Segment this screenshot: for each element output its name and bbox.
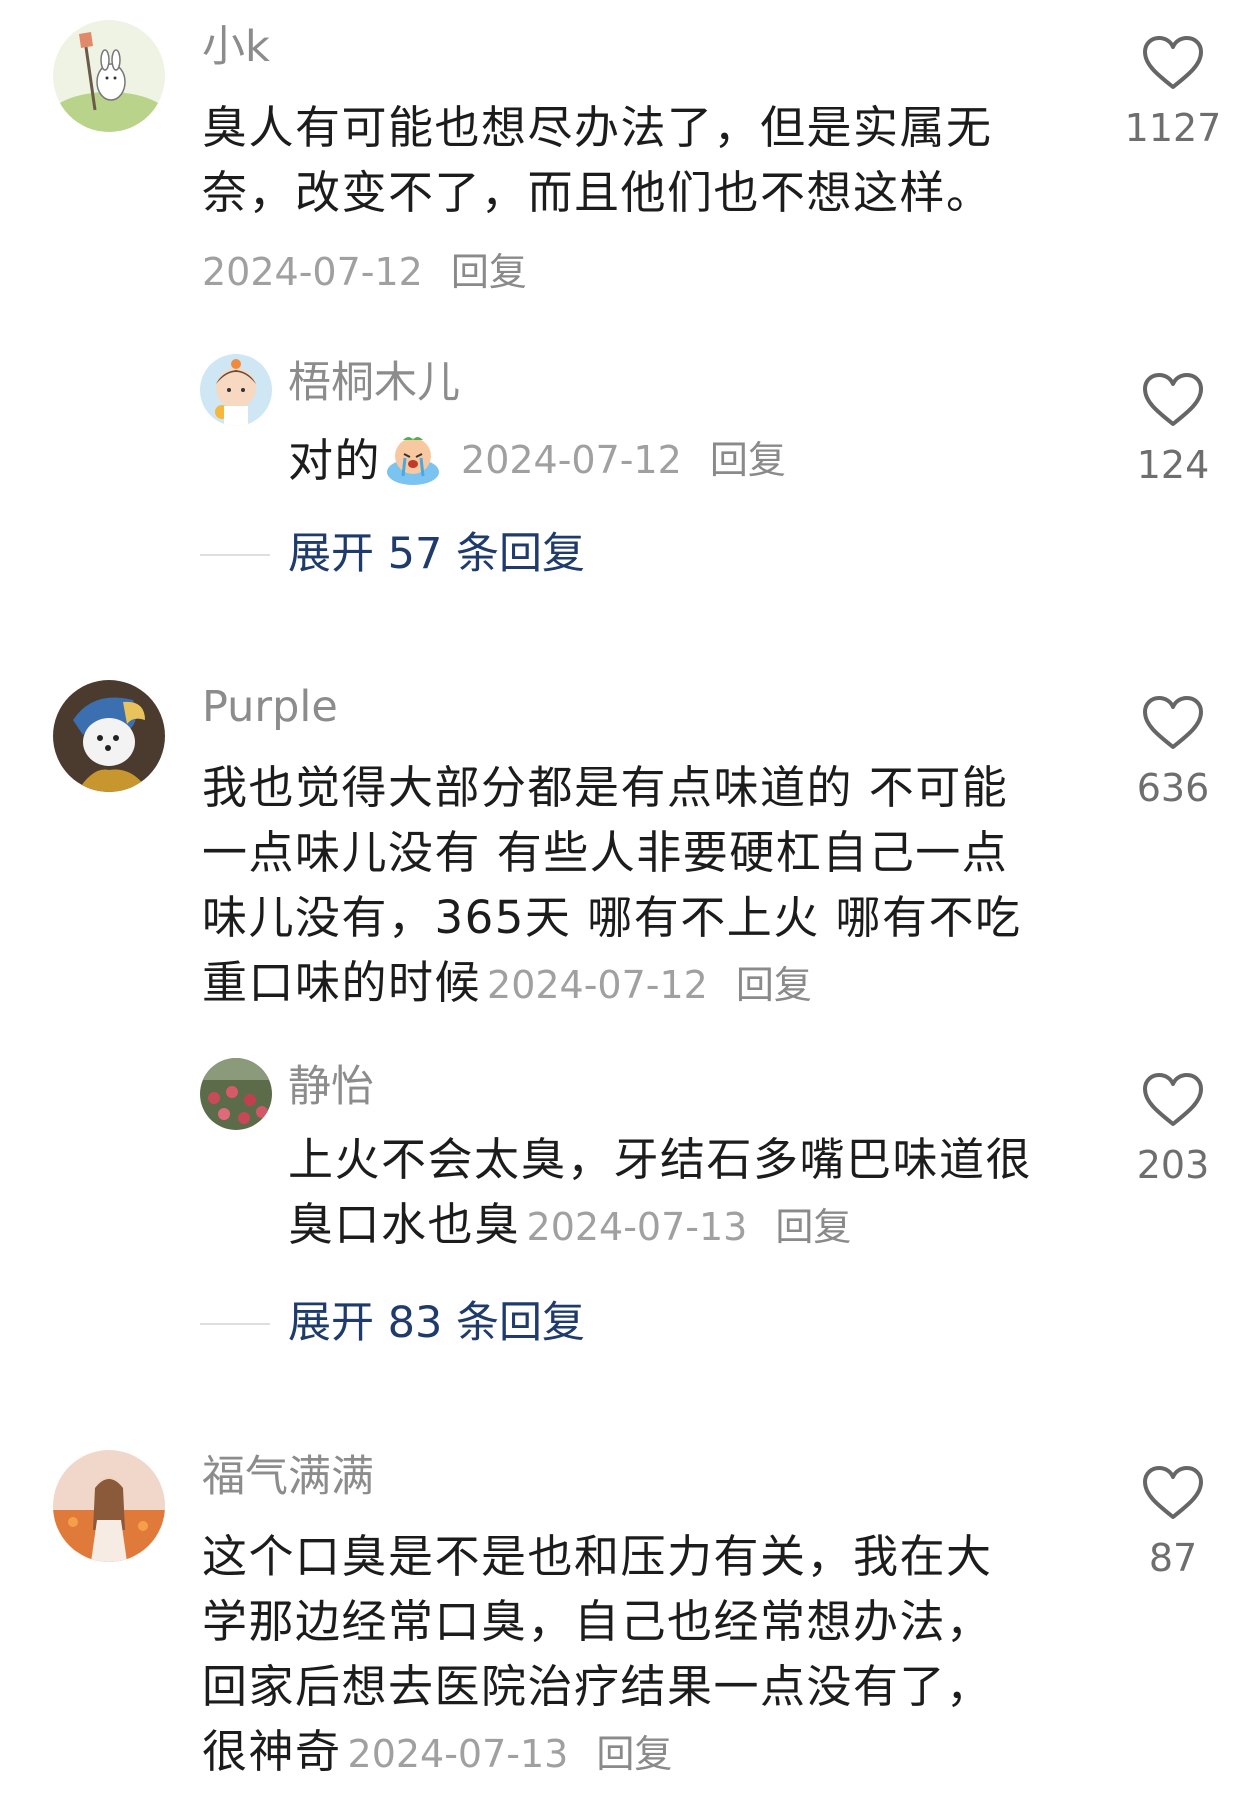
comment-text: 我也觉得大部分都是有点味道的 不可能 一点味儿没有 有些人非要硬杠自己一点 味儿…	[202, 755, 1022, 1018]
comment-text-line: 回家后想去医院治疗结果一点没有了，	[202, 1660, 993, 1713]
comment-username[interactable]: Purple	[202, 686, 338, 729]
like-count: 203	[1136, 1143, 1210, 1187]
comment-text-tail: 很神奇	[202, 1725, 342, 1778]
crying-emoji-icon	[385, 432, 441, 488]
like-button[interactable]: 87	[1113, 1465, 1233, 1577]
avatar-image	[200, 354, 272, 426]
avatar-image	[53, 1450, 165, 1562]
reply-date: 2024-07-12	[461, 438, 682, 482]
avatar-user-xiaok[interactable]	[53, 20, 165, 132]
heart-icon	[1143, 1466, 1203, 1519]
like-button[interactable]: 203	[1113, 1072, 1233, 1184]
divider	[200, 1322, 270, 1325]
expand-replies-label: 展开 57 条回复	[288, 529, 586, 579]
divider	[200, 553, 270, 556]
reply-text: 对的	[288, 433, 382, 487]
heart-icon	[1143, 36, 1203, 89]
expand-replies-button[interactable]: 展开 83 条回复	[200, 1302, 585, 1345]
reply-text-last-line: 臭口水也臭 2024-07-13 回复	[288, 1192, 1032, 1260]
heart-icon	[1143, 696, 1203, 749]
reply-button[interactable]: 回复	[451, 250, 527, 294]
comment-text-last-line: 重口味的时候 2024-07-12 回复	[202, 950, 1022, 1018]
comment-text-line: 学那边经常口臭，自己也经常想办法，	[202, 1595, 993, 1648]
avatar-image	[53, 20, 165, 132]
comment-text-line: 臭人有可能也想尽办法了，但是实属无	[202, 101, 993, 154]
reply-text-line: 上火不会太臭，牙结石多嘴巴味道很	[288, 1133, 1033, 1186]
avatar-user-fuqimanman[interactable]	[53, 1450, 165, 1562]
reply-username[interactable]: 静怡	[288, 1066, 374, 1109]
comment-date: 2024-07-12	[202, 250, 423, 294]
reply-text-row: 对的 2024-07-12 回复	[288, 432, 786, 488]
comment-meta: 2024-07-12 回复	[202, 253, 527, 291]
comment-date: 2024-07-12	[487, 963, 708, 1007]
comment-text-line: 奈，改变不了，而且他们也不想这样。	[202, 166, 993, 219]
like-button[interactable]: 636	[1113, 695, 1233, 807]
reply-text: 上火不会太臭，牙结石多嘴巴味道很 臭口水也臭 2024-07-13 回复	[288, 1127, 1032, 1260]
reply-button[interactable]: 回复	[775, 1205, 851, 1249]
comment-text: 臭人有可能也想尽办法了，但是实属无 奈，改变不了，而且他们也不想这样。	[202, 95, 993, 225]
reply-button[interactable]: 回复	[736, 963, 812, 1007]
avatar-user-jingyi[interactable]	[200, 1058, 272, 1130]
comment-text: 这个口臭是不是也和压力有关，我在大 学那边经常口臭，自己也经常想办法， 回家后想…	[202, 1524, 993, 1787]
heart-icon	[1143, 1073, 1203, 1126]
like-count: 87	[1148, 1536, 1198, 1580]
avatar-image	[200, 1058, 272, 1130]
reply-text-tail: 臭口水也臭	[288, 1198, 521, 1251]
reply-button[interactable]: 回复	[710, 441, 786, 479]
reply-username[interactable]: 梧桐木儿	[288, 362, 460, 405]
avatar-image	[53, 680, 165, 792]
comment-text-line: 我也觉得大部分都是有点味道的 不可能	[202, 761, 1009, 814]
like-button[interactable]: 124	[1113, 372, 1233, 484]
reply-date: 2024-07-13	[526, 1205, 748, 1249]
comment-username[interactable]: 小k	[202, 26, 270, 69]
comment-date: 2024-07-13	[347, 1732, 569, 1776]
comment-text-line: 味儿没有，365天 哪有不上火 哪有不吃	[202, 891, 1022, 944]
like-button[interactable]: 1127	[1113, 35, 1233, 147]
comment-username[interactable]: 福气满满	[202, 1456, 374, 1499]
like-count: 636	[1136, 766, 1210, 810]
expand-replies-button[interactable]: 展开 57 条回复	[200, 533, 585, 576]
comment-text-line: 这个口臭是不是也和压力有关，我在大	[202, 1530, 993, 1583]
reply-button[interactable]: 回复	[596, 1732, 672, 1776]
avatar-user-purple[interactable]	[53, 680, 165, 792]
like-count: 1127	[1124, 106, 1222, 150]
like-count: 124	[1136, 443, 1210, 487]
expand-replies-label: 展开 83 条回复	[288, 1298, 586, 1348]
comment-text-tail: 重口味的时候	[202, 956, 482, 1009]
avatar-user-wutongmuer[interactable]	[200, 354, 272, 426]
comment-text-line: 一点味儿没有 有些人非要硬杠自己一点	[202, 826, 1009, 879]
heart-icon	[1143, 373, 1203, 426]
comment-text-last-line: 很神奇 2024-07-13 回复	[202, 1719, 993, 1787]
